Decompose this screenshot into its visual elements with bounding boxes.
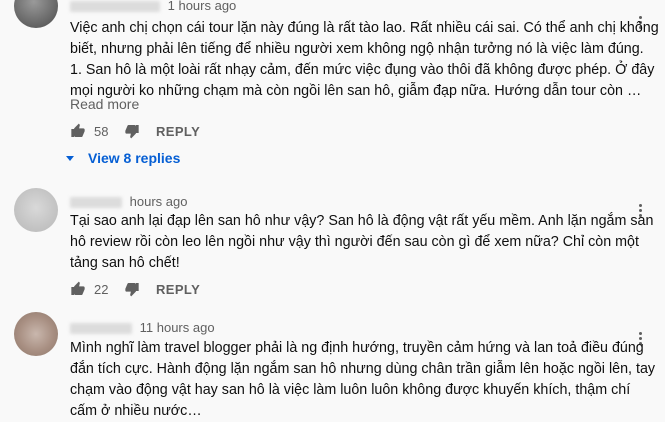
view-replies-label: View 8 replies	[88, 150, 181, 166]
view-replies-button[interactable]: View 8 replies	[66, 150, 180, 166]
comment-line: Việc anh chị chọn cái tour lặn này đúng …	[70, 20, 659, 36]
comment-line: chạm vào động vật hay san hô là việc làm…	[70, 382, 631, 398]
comment-actions: 58 REPLY	[70, 121, 200, 141]
comment-line: Tại sao anh lại đạp lên san hô như vậy? …	[70, 213, 654, 229]
thumbs-down-icon[interactable]	[124, 281, 140, 297]
caret-down-icon	[66, 155, 74, 161]
comment-time[interactable]: 11 hours ago	[140, 320, 215, 335]
comment-meta: 1 hours ago	[70, 0, 236, 13]
comment-text: Việc anh chị chọn cái tour lặn này đúng …	[70, 18, 659, 102]
comment-meta: hours ago	[70, 194, 187, 209]
comment-line: đắn tích cực. Hành động lặn ngắm san hô …	[70, 361, 656, 377]
comment-line: 1. San hô là một loài rất nhạy cảm, đến …	[70, 62, 655, 78]
author-name-blurred[interactable]	[70, 323, 132, 335]
comment-text: Tại sao anh lại đạp lên san hô như vậy? …	[70, 211, 654, 274]
comment-text: Mình nghĩ làm travel blogger phải là ng …	[70, 338, 656, 422]
author-name-blurred[interactable]	[70, 197, 122, 209]
author-name-blurred[interactable]	[70, 1, 160, 13]
comment-line: biết, nhưng phải lên tiếng để nhiều ngườ…	[70, 41, 644, 57]
comment-meta: 11 hours ago	[70, 320, 215, 335]
thumbs-up-icon[interactable]	[70, 123, 86, 139]
comment-line: tảng san hô chết!	[70, 255, 180, 271]
comment-line: hô review rồi còn leo lên ngồi như vậy t…	[70, 234, 639, 250]
read-more-link[interactable]: Read more	[70, 96, 139, 112]
reply-button[interactable]: REPLY	[156, 124, 200, 139]
comment-time[interactable]: hours ago	[130, 194, 188, 209]
avatar[interactable]	[14, 188, 58, 232]
thumbs-up-icon[interactable]	[70, 281, 86, 297]
comment-time[interactable]: 1 hours ago	[168, 0, 237, 13]
comment-line: mọi người ko những chạm mà còn ngồi lên …	[70, 83, 642, 99]
like-count: 58	[94, 123, 109, 139]
thumbs-down-icon[interactable]	[124, 123, 140, 139]
comment-line: cấm ở nhiều nước…	[70, 403, 202, 419]
comment-line: Mình nghĩ làm travel blogger phải là ng …	[70, 340, 644, 356]
like-count: 22	[94, 281, 109, 297]
avatar[interactable]	[14, 312, 58, 356]
comment-actions: 22 REPLY	[70, 279, 200, 299]
reply-button[interactable]: REPLY	[156, 282, 200, 297]
avatar[interactable]	[14, 0, 58, 28]
